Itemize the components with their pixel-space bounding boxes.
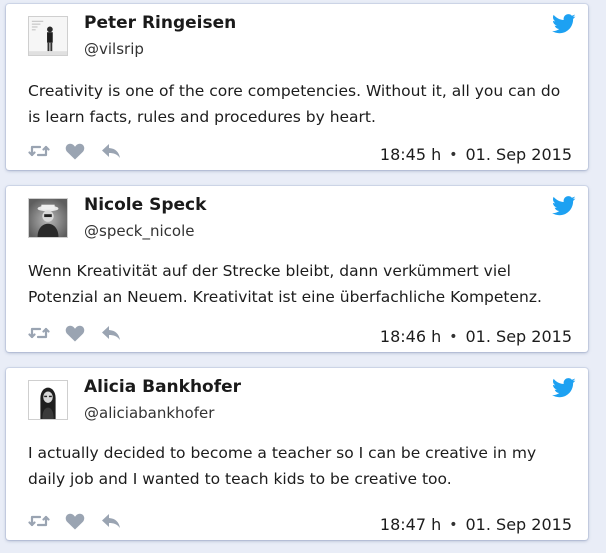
tweet-time: 18:45 h: [379, 145, 442, 164]
tweet-timestamp[interactable]: 18:45 h • 01. Sep 2015: [380, 145, 572, 164]
tweet-time: 18:47 h: [379, 515, 442, 534]
avatar[interactable]: [28, 16, 68, 56]
avatar[interactable]: [28, 380, 68, 420]
heart-icon[interactable]: [64, 141, 86, 161]
twitter-bird-icon[interactable]: [552, 378, 576, 398]
tweet-timestamp[interactable]: 18:47 h • 01. Sep 2015: [380, 515, 572, 534]
author-handle[interactable]: @vilsrip: [84, 40, 144, 58]
tweet-actions: [28, 510, 122, 532]
tweet-date: 01. Sep 2015: [465, 327, 573, 346]
tweet-text: I actually decided to become a teacher s…: [28, 444, 537, 488]
separator-dot: •: [449, 516, 458, 533]
heart-icon[interactable]: [64, 323, 86, 343]
tweet-text: Wenn Kreativität auf der Strecke bleibt,…: [28, 262, 542, 306]
separator-dot: •: [449, 146, 458, 163]
tweet-date: 01. Sep 2015: [465, 145, 573, 164]
reply-icon[interactable]: [100, 323, 122, 343]
retweet-icon[interactable]: [28, 141, 50, 161]
tweet-time: 18:46 h: [379, 327, 442, 346]
twitter-bird-icon[interactable]: [552, 14, 576, 34]
twitter-bird-icon[interactable]: [552, 196, 576, 216]
reply-icon[interactable]: [100, 141, 122, 161]
author-handle[interactable]: @speck_nicole: [84, 222, 195, 240]
retweet-icon[interactable]: [28, 323, 50, 343]
tweet-actions: [28, 140, 122, 162]
tweet-timestamp[interactable]: 18:46 h • 01. Sep 2015: [380, 327, 572, 346]
heart-icon[interactable]: [64, 511, 86, 531]
retweet-icon[interactable]: [28, 511, 50, 531]
tweet-card: Peter Ringeisen @vilsrip Creativity is o…: [6, 4, 588, 170]
author-name[interactable]: Peter Ringeisen: [84, 13, 236, 33]
tweet-card: Nicole Speck @speck_nicole Wenn Kreativi…: [6, 186, 588, 352]
tweet-text: Creativity is one of the core competenci…: [28, 82, 561, 126]
tweet-card: Alicia Bankhofer @aliciabankhofer I actu…: [6, 368, 588, 540]
separator-dot: •: [449, 328, 458, 345]
tweet-date: 01. Sep 2015: [465, 515, 573, 534]
author-name[interactable]: Alicia Bankhofer: [84, 377, 241, 397]
author-handle[interactable]: @aliciabankhofer: [84, 404, 214, 422]
avatar[interactable]: [28, 198, 68, 238]
tweet-actions: [28, 322, 122, 344]
reply-icon[interactable]: [100, 511, 122, 531]
author-name[interactable]: Nicole Speck: [84, 195, 206, 215]
